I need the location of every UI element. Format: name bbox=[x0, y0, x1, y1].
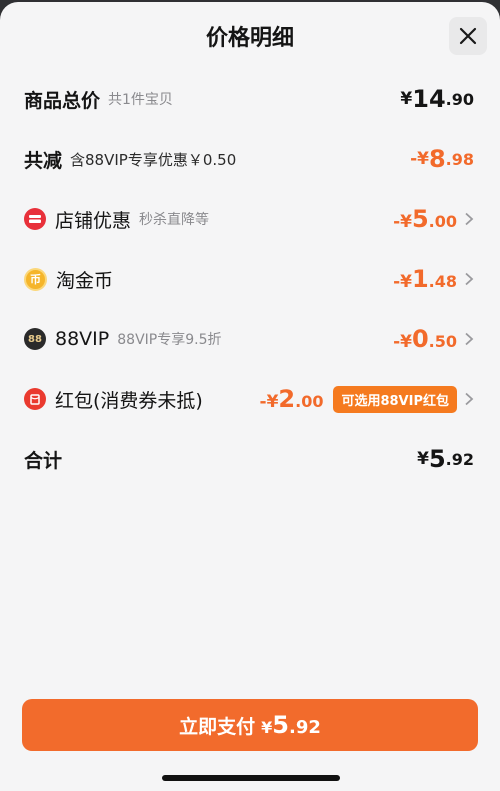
row-total-goods: 商品总价 共1件宝贝 ¥14.90 bbox=[24, 82, 474, 116]
red-packet-icon bbox=[24, 388, 46, 410]
row-red-packet[interactable]: 红包(消费券未抵) -¥2.00 可选用88VIP红包 bbox=[24, 382, 474, 416]
home-indicator[interactable] bbox=[162, 775, 340, 781]
shop-discount-note: 秒杀直降等 bbox=[139, 212, 210, 228]
close-button[interactable] bbox=[449, 17, 487, 55]
close-icon bbox=[459, 27, 477, 45]
shop-coupon-icon bbox=[24, 208, 46, 230]
shop-discount-label: 店铺优惠 bbox=[55, 209, 132, 232]
total-goods-label: 商品总价 bbox=[24, 89, 101, 112]
vip-price: -¥0.50 bbox=[393, 325, 457, 353]
vip-label: 88VIP bbox=[55, 328, 110, 350]
pay-now-amount: ¥5.92 bbox=[261, 711, 321, 739]
coin-price: -¥1.48 bbox=[393, 265, 457, 293]
discount-total-price: -¥ 8.98 bbox=[410, 145, 474, 173]
row-coin[interactable]: 币 淘金币 -¥1.48 bbox=[24, 262, 474, 296]
pay-now-button[interactable]: 立即支付 ¥5.92 bbox=[22, 699, 478, 751]
vip-red-packet-badge[interactable]: 可选用88VIP红包 bbox=[333, 385, 457, 413]
vip-note: 88VIP专享9.5折 bbox=[117, 332, 222, 348]
chevron-right-icon bbox=[465, 392, 474, 406]
sum-price: ¥5.92 bbox=[417, 445, 474, 473]
row-shop-discount[interactable]: 店铺优惠 秒杀直降等 -¥5.00 bbox=[24, 202, 474, 236]
chevron-right-icon bbox=[465, 272, 474, 286]
row-vip[interactable]: 88 88VIP 88VIP专享9.5折 -¥0.50 bbox=[24, 322, 474, 356]
chevron-right-icon bbox=[465, 212, 474, 226]
price-detail-sheet: 价格明细 商品总价 共1件宝贝 ¥14.90 共减 含88VIP专享优惠￥0.5… bbox=[0, 2, 500, 791]
page-title: 价格明细 bbox=[205, 26, 294, 51]
discount-total-label: 共减 bbox=[24, 149, 63, 172]
pay-now-label: 立即支付 bbox=[179, 715, 256, 738]
total-goods-price: ¥14.90 bbox=[400, 85, 474, 113]
chevron-right-icon bbox=[465, 332, 474, 346]
discount-total-note: 含88VIP专享优惠￥0.50 bbox=[70, 150, 237, 169]
total-goods-count: 共1件宝贝 bbox=[108, 92, 173, 108]
coin-icon: 币 bbox=[24, 267, 47, 291]
vip-88-icon: 88 bbox=[24, 328, 46, 350]
red-packet-label: 红包(消费券未抵) bbox=[55, 389, 203, 412]
coin-label: 淘金币 bbox=[56, 269, 114, 292]
red-packet-price: -¥2.00 bbox=[259, 385, 324, 413]
sum-label: 合计 bbox=[24, 449, 63, 472]
shop-discount-price: -¥5.00 bbox=[393, 205, 457, 233]
row-discount-total: 共减 含88VIP专享优惠￥0.50 -¥ 8.98 bbox=[24, 142, 474, 176]
row-sum: 合计 ¥5.92 bbox=[24, 442, 474, 476]
